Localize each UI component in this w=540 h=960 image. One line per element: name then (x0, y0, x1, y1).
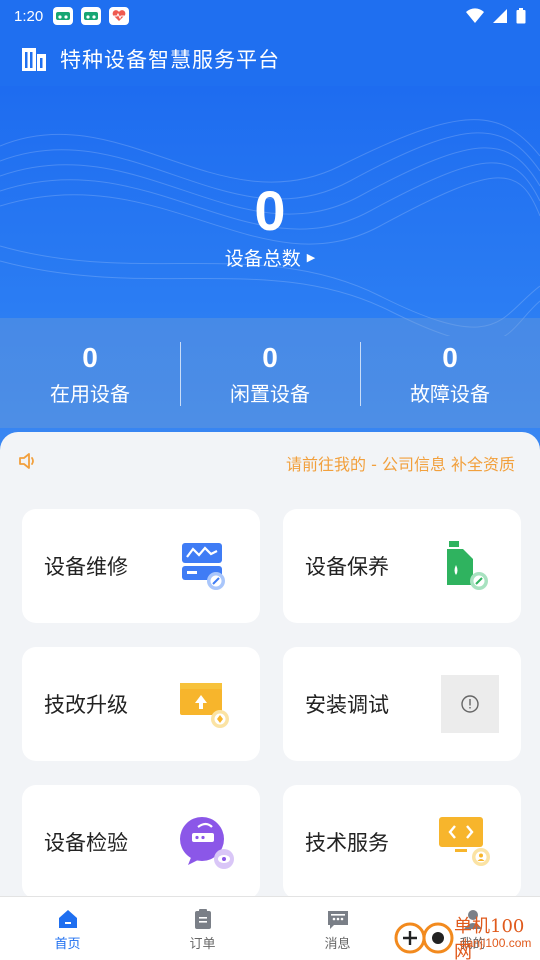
service-card-repair[interactable]: 设备维修 (22, 509, 260, 623)
notice-bar[interactable]: 请前往我的 - 公司信息 补全资质 (0, 432, 540, 490)
app-notification-icon (53, 7, 74, 25)
notice-text: 请前往我的 - 公司信息 补全资质 (286, 455, 516, 474)
code-monitor-icon (439, 817, 490, 866)
service-label: 设备检验 (44, 831, 128, 855)
nav-label: 订单 (189, 937, 216, 952)
repair-monitor-icon (182, 543, 225, 590)
hero-panel: 0 设备总数 ▶ 0 在用设备 0 闲置设备 0 故障设备 (0, 86, 540, 456)
oil-can-icon (447, 541, 488, 590)
stat-label: 在用设备 (50, 382, 130, 406)
total-devices-value: 0 (254, 179, 286, 242)
service-card-inspection[interactable]: 设备检验 (22, 785, 260, 899)
stat-value: 0 (442, 342, 458, 373)
nav-label: 消息 (324, 937, 351, 952)
speaker-icon (19, 453, 34, 469)
stat-label: 故障设备 (410, 382, 490, 406)
stat-value: 0 (262, 342, 278, 373)
service-label: 设备保养 (305, 555, 389, 579)
service-card-maintenance[interactable]: 设备保养 (283, 509, 521, 623)
health-app-icon (109, 7, 130, 25)
total-devices-label: 设备总数 (224, 248, 301, 270)
image-placeholder-icon (441, 675, 499, 733)
message-icon (327, 911, 348, 929)
clipboard-icon (194, 909, 211, 929)
building-icon (22, 48, 46, 71)
watermark-url: danji100.com (460, 936, 532, 950)
status-icons (466, 8, 526, 24)
app-notification-icon (81, 7, 102, 25)
app-header: 特种设备智慧服务平台 (0, 32, 540, 86)
status-time: 1:20 (14, 7, 44, 25)
stat-in-use[interactable]: 0 在用设备 (0, 318, 180, 428)
service-label: 技术服务 (305, 831, 389, 855)
stat-faulty[interactable]: 0 故障设备 (360, 318, 540, 428)
nav-orders[interactable]: 订单 (135, 897, 270, 960)
total-devices-link[interactable]: 设备总数 ▶ (0, 244, 540, 271)
play-arrow-icon: ▶ (306, 251, 316, 264)
upgrade-box-icon (180, 683, 229, 728)
watermark-logo-icon (394, 922, 454, 954)
alert-circle-icon (461, 695, 479, 713)
nav-label: 首页 (54, 937, 81, 952)
stat-idle[interactable]: 0 闲置设备 (180, 318, 360, 428)
nav-home[interactable]: 首页 (0, 897, 135, 960)
wifi-icon (466, 8, 484, 23)
service-label: 设备维修 (44, 555, 128, 579)
home-icon (58, 910, 77, 928)
battery-icon (516, 8, 526, 24)
inspection-chat-icon (180, 817, 234, 869)
status-bar: 1:20 (0, 0, 540, 32)
content-sheet: 请前往我的 - 公司信息 补全资质 设备维修 设备保养 技改升级 安装调试 设备… (0, 432, 540, 902)
signal-icon (493, 9, 507, 23)
service-card-tech-support[interactable]: 技术服务 (283, 785, 521, 899)
service-label: 技改升级 (44, 693, 128, 717)
stat-value: 0 (82, 342, 98, 373)
stat-label: 闲置设备 (230, 382, 310, 406)
service-card-upgrade[interactable]: 技改升级 (22, 647, 260, 761)
service-card-installation[interactable]: 安装调试 (283, 647, 521, 761)
page-title: 特种设备智慧服务平台 (60, 48, 280, 72)
device-stats: 0 在用设备 0 闲置设备 0 故障设备 (0, 318, 540, 428)
nav-messages[interactable]: 消息 (270, 897, 405, 960)
service-label: 安装调试 (305, 693, 389, 717)
site-watermark: 单机100网 danji100.com (392, 910, 540, 960)
